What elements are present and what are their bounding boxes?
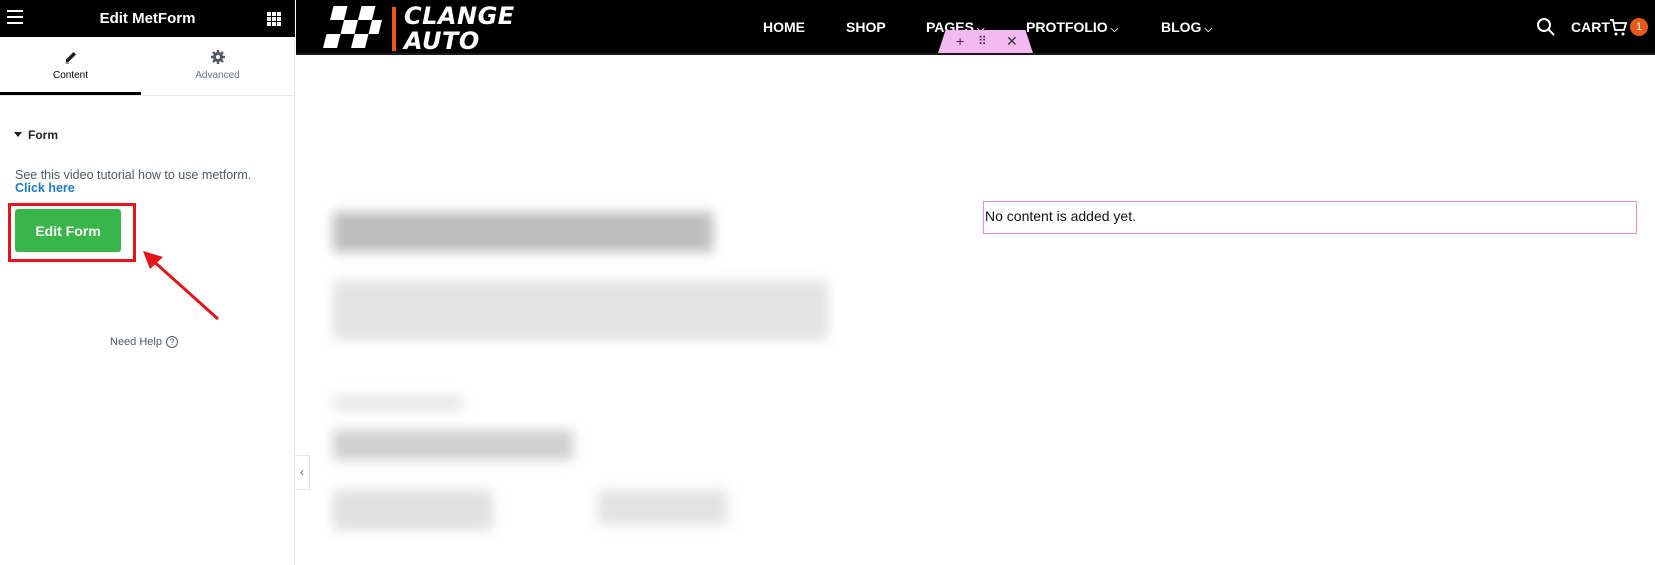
logo-line-1: CLANGE	[404, 2, 515, 30]
drag-handle-icon[interactable]: ⠿	[978, 34, 987, 48]
tab-advanced-label: Advanced	[195, 70, 240, 81]
blurred-label	[333, 395, 463, 411]
nav-shop-label: SHOP	[846, 19, 886, 35]
tab-advanced[interactable]: Advanced	[147, 37, 288, 95]
section-title: Form	[28, 128, 58, 142]
cart-icon[interactable]	[1608, 17, 1628, 37]
tab-content[interactable]: Content	[0, 37, 141, 95]
logo-slash	[392, 7, 396, 51]
cart-label[interactable]: CART	[1571, 19, 1610, 35]
help-circle-icon: ?	[165, 336, 178, 348]
widgets-grid-icon[interactable]	[267, 12, 281, 26]
panel-header: Edit MetForm	[0, 0, 295, 37]
blurred-info-left	[333, 490, 493, 530]
gear-icon	[210, 50, 225, 64]
nav-shop[interactable]: SHOP	[846, 19, 886, 35]
close-icon[interactable]: ✕	[1006, 33, 1018, 50]
need-help-link[interactable]: Need Help?	[110, 336, 178, 348]
tutorial-link[interactable]: Click here	[15, 181, 75, 195]
section-toggle-form[interactable]: Form	[14, 128, 58, 142]
header-underline	[296, 53, 1655, 55]
section-toolbar: + ⠿ ✕	[938, 30, 1033, 53]
nav-blog[interactable]: BLOG ⌵	[1161, 19, 1212, 35]
blurred-heading	[333, 212, 713, 252]
blurred-info-right	[598, 490, 728, 525]
chevron-down-icon: ⌵	[1110, 24, 1119, 35]
nav-portfolio[interactable]: PROTFOLIO ⌵	[1026, 19, 1118, 35]
editor-panel: Edit MetForm Content Advanced Form See t…	[0, 0, 295, 565]
panel-tabs: Content Advanced	[0, 37, 295, 96]
search-icon[interactable]	[1536, 17, 1556, 37]
annotation-arrow-icon	[143, 251, 220, 321]
caret-down-icon	[14, 132, 22, 137]
pencil-icon	[65, 52, 76, 64]
need-help-label: Need Help	[110, 336, 162, 348]
add-section-icon[interactable]: +	[956, 33, 964, 49]
logo-text: CLANGE AUTO	[404, 4, 515, 54]
blurred-paragraph	[333, 280, 828, 340]
empty-form-widget[interactable]: No content is added yet.	[983, 201, 1637, 234]
site-logo[interactable]: CLANGE AUTO	[320, 4, 520, 54]
nav-blog-label: BLOG	[1161, 19, 1202, 35]
nav-home-label: HOME	[763, 19, 805, 35]
tab-content-label: Content	[52, 70, 89, 81]
edit-form-button[interactable]: Edit Form	[15, 209, 121, 252]
panel-title: Edit MetForm	[99, 10, 196, 27]
logo-line-2: AUTO	[404, 27, 480, 55]
tutorial-description: See this video tutorial how to use metfo…	[15, 168, 252, 182]
checkered-flag-icon	[323, 6, 383, 48]
empty-widget-text: No content is added yet.	[985, 208, 1136, 224]
cart-count-badge: 1	[1630, 18, 1648, 36]
chevron-down-icon: ⌵	[1204, 24, 1213, 35]
nav-portfolio-label: PROTFOLIO	[1026, 19, 1108, 35]
blurred-phone	[333, 430, 573, 460]
collapse-panel-button[interactable]: ‹	[295, 455, 310, 490]
nav-home[interactable]: HOME	[763, 19, 805, 35]
